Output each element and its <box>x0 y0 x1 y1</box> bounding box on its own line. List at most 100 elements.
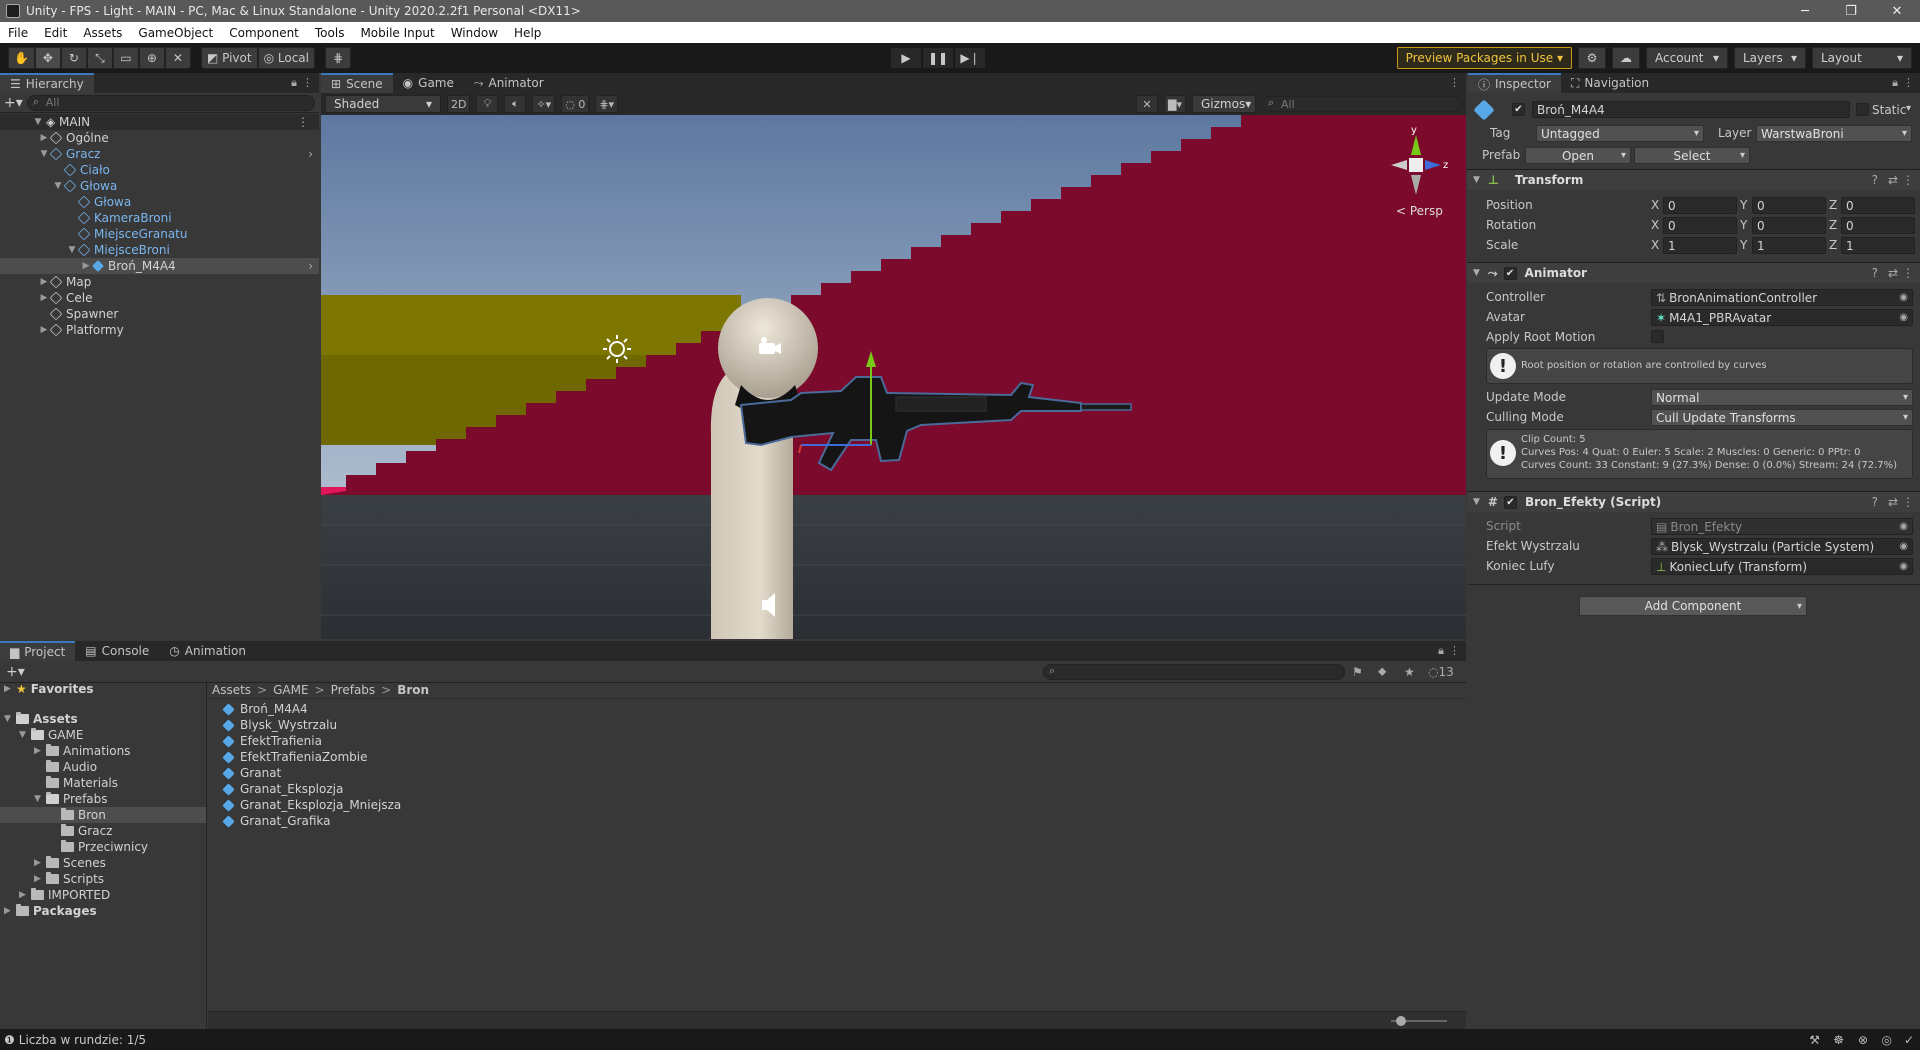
tab-navigation[interactable]: ⛶ Navigation <box>1561 73 1659 93</box>
layout-dropdown[interactable]: Layout ▾ <box>1812 47 1912 69</box>
scene-viewport[interactable]: y z < Persp <box>321 115 1466 639</box>
project-folder-item[interactable]: ▶ Scenes <box>0 855 206 871</box>
efekt-wystrzalu-field[interactable]: ⁂ Blysk_Wystrzalu (Particle System) ◉ <box>1651 538 1913 555</box>
hierarchy-search-input[interactable]: All <box>26 94 315 111</box>
hierarchy-item[interactable]: KameraBroni <box>0 210 319 226</box>
menu-assets[interactable]: Assets <box>75 26 130 40</box>
zoom-slider-handle[interactable] <box>1396 1016 1406 1026</box>
breadcrumb-item[interactable]: Prefabs <box>331 683 376 697</box>
layers-dropdown[interactable]: Layers ▾ <box>1734 47 1806 69</box>
root-motion-checkbox[interactable] <box>1651 330 1664 343</box>
asset-list-item[interactable]: Granat_Eksplozja <box>222 781 1466 797</box>
hierarchy-item[interactable]: ▼ Głowa <box>0 178 319 194</box>
persp-label[interactable]: < Persp <box>1396 204 1443 218</box>
filter-label-icon[interactable]: ⬥ <box>1378 664 1386 679</box>
axis-x-label[interactable]: X <box>1651 238 1659 252</box>
collapse-arrow-icon[interactable]: ▼ <box>34 794 46 804</box>
add-component-button[interactable]: Add Component <box>1579 596 1807 616</box>
hierarchy-item[interactable]: ▶ Map <box>0 274 319 290</box>
transform-position-x-field[interactable]: 0 <box>1663 197 1737 214</box>
open-prefab-arrow-icon[interactable]: › <box>308 259 313 273</box>
custom-tool-icon[interactable]: ✕ <box>164 47 191 69</box>
step-button-icon[interactable]: ▶❘ <box>954 47 986 69</box>
object-picker-icon[interactable]: ◉ <box>1899 561 1908 572</box>
preset-icon[interactable]: ⇄ <box>1888 495 1898 509</box>
project-folder-item[interactable]: ▶ IMPORTED <box>0 887 206 903</box>
menu-tools[interactable]: Tools <box>307 26 353 40</box>
expand-arrow-icon[interactable]: ▶ <box>4 684 16 694</box>
project-folder-item[interactable]: ▶ Scripts <box>0 871 206 887</box>
hierarchy-item[interactable]: ▶ Cele <box>0 290 319 306</box>
grid-toggle-icon[interactable]: ⋕▾ <box>595 95 619 113</box>
menu-help[interactable]: Help <box>506 26 549 40</box>
hammer-icon[interactable]: ⚒ <box>1809 1033 1820 1047</box>
help-icon[interactable]: ? <box>1872 173 1878 187</box>
koniec-lufy-field[interactable]: ⊥ KoniecLufy (Transform) ◉ <box>1651 558 1913 575</box>
gizmos-dropdown[interactable]: Gizmos ▾ <box>1192 95 1256 113</box>
project-folder-item[interactable]: Gracz <box>0 823 206 839</box>
transform-scale-x-field[interactable]: 1 <box>1663 237 1737 254</box>
component-menu-icon[interactable]: ⋮ <box>1902 266 1914 280</box>
open-prefab-arrow-icon[interactable]: › <box>308 147 313 161</box>
panel-menu-icon[interactable]: ⋮ <box>1449 644 1460 657</box>
auto-refresh-icon[interactable]: ◎ <box>1882 1033 1892 1047</box>
collapse-arrow-icon[interactable]: ▼ <box>1473 497 1480 507</box>
scene-search-input[interactable]: All <box>1262 96 1462 112</box>
tag-dropdown[interactable]: Untagged <box>1536 125 1704 142</box>
culling-mode-dropdown[interactable]: Cull Update Transforms <box>1651 409 1913 426</box>
prefab-open-button[interactable]: Open <box>1525 147 1631 164</box>
collapse-arrow-icon[interactable]: ▼ <box>1473 268 1480 278</box>
camera-dropdown-icon[interactable]: ▇▾ <box>1164 95 1186 113</box>
panel-menu-icon[interactable]: ⋮ <box>302 76 313 89</box>
expand-arrow-icon[interactable]: ▶ <box>34 874 46 884</box>
bug-icon[interactable]: ☸ <box>1833 1033 1844 1047</box>
axis-x-label[interactable]: X <box>1651 218 1659 232</box>
panel-menu-icon[interactable]: ⋮ <box>1903 76 1914 89</box>
transform-rotation-y-field[interactable]: 0 <box>1752 217 1826 234</box>
filter-type-icon[interactable]: ⚑ <box>1352 665 1363 679</box>
transform-tool-icon[interactable]: ⊕ <box>138 47 165 69</box>
collapse-arrow-icon[interactable]: ▼ <box>32 117 44 127</box>
hierarchy-item[interactable]: Spawner <box>0 306 319 322</box>
menu-file[interactable]: File <box>0 26 36 40</box>
breadcrumb-item[interactable]: Bron <box>397 683 429 697</box>
move-tool-icon[interactable]: ✥ <box>34 47 61 69</box>
axis-z-label[interactable]: Z <box>1829 198 1837 212</box>
lighting-toggle-icon[interactable]: 💡︎ <box>476 95 499 113</box>
tab-hierarchy[interactable]: ☰ Hierarchy <box>0 73 94 93</box>
expand-arrow-icon[interactable]: ▶ <box>80 261 92 271</box>
expand-arrow-icon[interactable]: ▶ <box>38 293 50 303</box>
object-picker-icon[interactable]: ◉ <box>1899 541 1908 552</box>
hierarchy-item[interactable]: Ciało <box>0 162 319 178</box>
project-folder-item[interactable]: ▶ Packages <box>0 903 206 919</box>
project-folder-item[interactable]: Audio <box>0 759 206 775</box>
shading-mode-dropdown[interactable]: Shaded ▾ <box>325 95 441 113</box>
account-dropdown[interactable]: Account ▾ <box>1646 47 1728 69</box>
menu-gameobject[interactable]: GameObject <box>130 26 221 40</box>
axis-y-label[interactable]: Y <box>1740 198 1747 212</box>
preset-icon[interactable]: ⇄ <box>1888 173 1898 187</box>
collapse-arrow-icon[interactable]: ▼ <box>19 730 31 740</box>
collapse-arrow-icon[interactable]: ▼ <box>38 149 50 159</box>
transform-position-z-field[interactable]: 0 <box>1841 197 1915 214</box>
hierarchy-item[interactable]: ▶ Ogólne <box>0 130 319 146</box>
asset-list-item[interactable]: Blysk_Wystrzalu <box>222 717 1466 733</box>
axis-y-label[interactable]: Y <box>1740 238 1747 252</box>
script-header[interactable]: ▼ # ✔ Bron_Efekty (Script) ? ⇄ ⋮ <box>1467 491 1920 512</box>
audio-toggle-icon[interactable]: 🔈︎ <box>504 95 527 113</box>
rect-tool-icon[interactable]: ▭ <box>112 47 139 69</box>
help-icon[interactable]: ? <box>1872 495 1878 509</box>
asset-list-item[interactable]: Granat_Eksplozja_Mniejsza <box>222 797 1466 813</box>
tab-inspector[interactable]: ⓘ Inspector <box>1468 73 1561 93</box>
axis-z-label[interactable]: Z <box>1829 238 1837 252</box>
project-folder-item[interactable]: ▼ Prefabs <box>0 791 206 807</box>
preview-packages-button[interactable]: Preview Packages in Use ▾ <box>1396 47 1572 69</box>
hierarchy-item[interactable]: ▶ Platformy <box>0 322 319 338</box>
project-folder-item[interactable]: ▶ Animations <box>0 743 206 759</box>
panel-menu-icon[interactable]: ⋮ <box>1449 76 1460 89</box>
transform-scale-y-field[interactable]: 1 <box>1752 237 1826 254</box>
panel-lock-icon[interactable]: 🔒︎ <box>291 76 297 90</box>
tab-console[interactable]: ▤ Console <box>75 641 159 661</box>
project-folder-item[interactable]: Bron <box>0 807 206 823</box>
check-icon[interactable]: ✓ <box>1904 1033 1914 1047</box>
